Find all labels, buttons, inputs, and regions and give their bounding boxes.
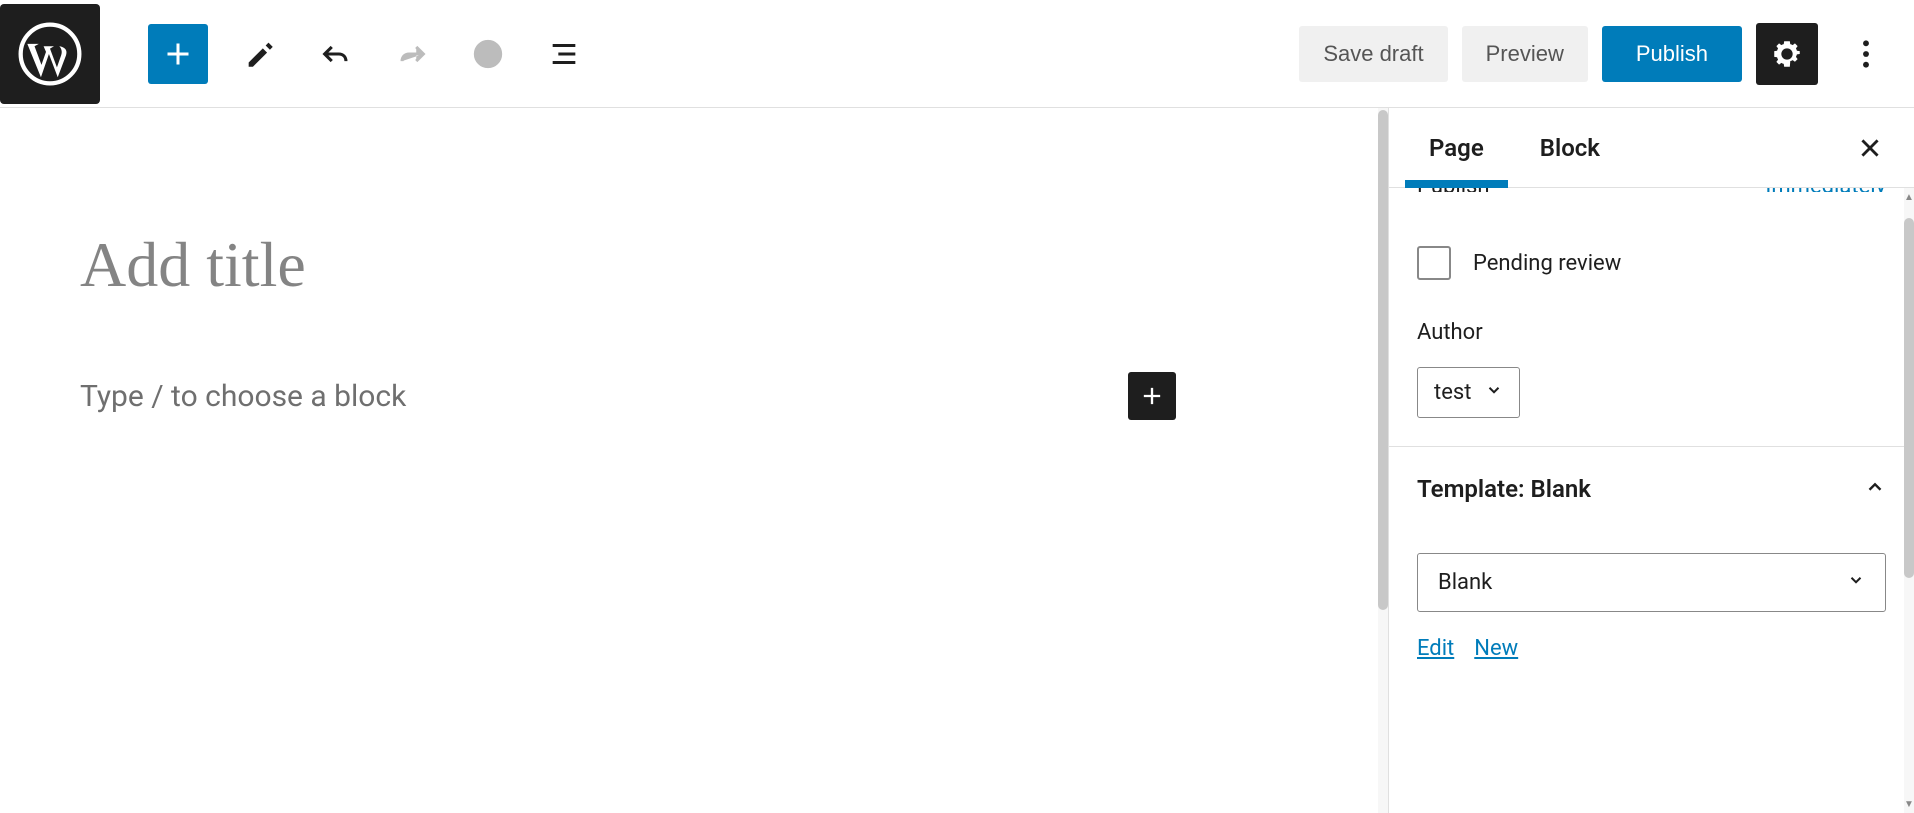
page-title-input[interactable] bbox=[80, 228, 1176, 302]
template-select-value: Blank bbox=[1438, 570, 1492, 595]
more-options-button[interactable] bbox=[1842, 30, 1890, 78]
pending-review-checkbox[interactable] bbox=[1417, 246, 1451, 280]
save-draft-button[interactable]: Save draft bbox=[1299, 26, 1447, 82]
plus-icon bbox=[160, 36, 196, 72]
publish-button[interactable]: Publish bbox=[1602, 26, 1742, 82]
pending-review-row: Pending review bbox=[1417, 246, 1886, 280]
scroll-down-arrow-icon[interactable]: ▼ bbox=[1904, 797, 1914, 811]
chevron-down-icon bbox=[1485, 380, 1503, 405]
toolbar-right-group: Save draft Preview Publish bbox=[1299, 23, 1890, 85]
inline-add-block-button[interactable] bbox=[1128, 372, 1176, 420]
panel-status: Publish Immediately Pending review Autho… bbox=[1389, 188, 1914, 447]
template-edit-link[interactable]: Edit bbox=[1417, 636, 1454, 661]
settings-sidebar: Page Block Publish Immediately Pending r… bbox=[1388, 108, 1914, 813]
block-placeholder-text[interactable]: Type / to choose a block bbox=[80, 379, 1128, 414]
details-button[interactable] bbox=[464, 30, 512, 78]
undo-icon bbox=[319, 37, 353, 71]
panel-template: Template: Blank Blank Edit New bbox=[1389, 447, 1914, 689]
publish-schedule-row: Publish Immediately bbox=[1417, 188, 1886, 192]
template-select[interactable]: Blank bbox=[1417, 553, 1886, 612]
pencil-icon bbox=[243, 37, 277, 71]
close-sidebar-button[interactable] bbox=[1850, 128, 1890, 168]
author-field-label: Author bbox=[1417, 320, 1886, 345]
settings-button[interactable] bbox=[1756, 23, 1818, 85]
gear-icon bbox=[1770, 37, 1804, 71]
redo-button[interactable] bbox=[388, 30, 436, 78]
wordpress-logo[interactable] bbox=[0, 4, 100, 104]
template-new-link[interactable]: New bbox=[1474, 636, 1518, 661]
panel-template-title: Template: Blank bbox=[1417, 475, 1591, 503]
tab-block[interactable]: Block bbox=[1524, 108, 1616, 187]
editor-toolbar: Save draft Preview Publish bbox=[0, 0, 1914, 108]
author-select[interactable]: test bbox=[1417, 367, 1520, 418]
pending-review-label: Pending review bbox=[1473, 251, 1621, 276]
info-icon bbox=[471, 37, 505, 71]
publish-value-link[interactable]: Immediately bbox=[1765, 188, 1886, 192]
sidebar-scrollbar[interactable]: ▲ ▼ bbox=[1904, 188, 1914, 813]
scroll-up-arrow-icon[interactable]: ▲ bbox=[1904, 190, 1914, 204]
publish-label: Publish bbox=[1417, 188, 1490, 192]
sidebar-body: Publish Immediately Pending review Autho… bbox=[1389, 188, 1914, 813]
edit-tool-button[interactable] bbox=[236, 30, 284, 78]
close-icon bbox=[1857, 135, 1883, 161]
list-view-icon bbox=[547, 37, 581, 71]
outline-button[interactable] bbox=[540, 30, 588, 78]
undo-button[interactable] bbox=[312, 30, 360, 78]
wordpress-icon bbox=[18, 22, 82, 86]
sidebar-tabs: Page Block bbox=[1389, 108, 1914, 188]
editor-scrollbar[interactable] bbox=[1378, 108, 1388, 813]
panel-template-header[interactable]: Template: Blank bbox=[1389, 447, 1914, 531]
chevron-up-icon bbox=[1864, 476, 1886, 502]
dots-vertical-icon bbox=[1862, 37, 1870, 71]
chevron-down-icon bbox=[1847, 570, 1865, 595]
tab-page[interactable]: Page bbox=[1413, 108, 1500, 187]
author-select-value: test bbox=[1434, 380, 1471, 405]
plus-icon bbox=[1138, 382, 1166, 410]
redo-icon bbox=[395, 37, 429, 71]
toolbar-left-group bbox=[100, 24, 588, 84]
preview-button[interactable]: Preview bbox=[1462, 26, 1588, 82]
add-block-button[interactable] bbox=[148, 24, 208, 84]
editor-canvas[interactable]: Type / to choose a block bbox=[0, 108, 1378, 813]
